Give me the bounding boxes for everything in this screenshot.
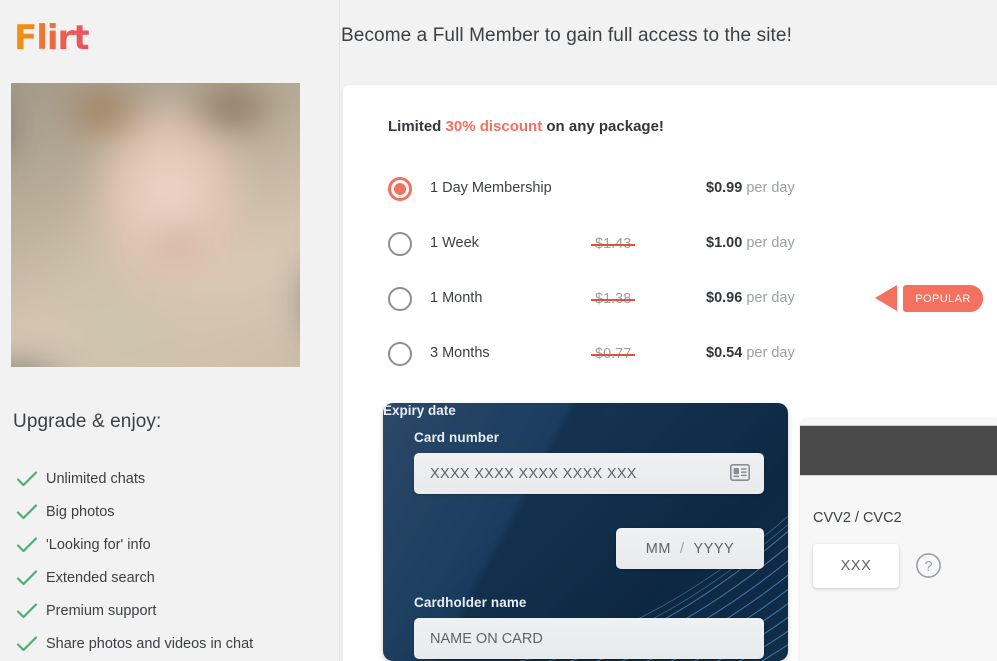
popular-badge-label: POPULAR	[903, 285, 983, 312]
radio-button[interactable]	[388, 177, 412, 201]
popular-badge: POPULAR	[875, 285, 983, 312]
plan-period: per day	[746, 235, 795, 251]
expiry-separator: /	[679, 540, 685, 557]
question-mark-circle-icon[interactable]: ?	[915, 552, 942, 579]
plan-price: $0.96 per day	[706, 290, 795, 306]
expiry-year-placeholder: YYYY	[693, 540, 735, 557]
cvv-placeholder: XXX	[840, 558, 872, 574]
expiry-date-input[interactable]: MM / YYYY	[616, 528, 764, 569]
card-number-placeholder: XXXX XXXX XXXX XXXX XXX	[430, 465, 637, 482]
benefit-item: Extended search	[16, 561, 326, 594]
plan-option-3-months[interactable]: 3 Months $0.77 $0.54 per day	[388, 339, 988, 369]
plan-period: per day	[746, 290, 795, 306]
plan-option-1-day[interactable]: 1 Day Membership $0.99 per day	[388, 174, 988, 204]
check-icon	[16, 536, 38, 554]
upgrade-heading: Upgrade & enjoy:	[13, 411, 162, 432]
plan-period: per day	[746, 180, 795, 196]
plan-option-1-week[interactable]: 1 Week $1.43 $1.00 per day	[388, 229, 988, 259]
benefit-item: 'Looking for' info	[16, 528, 326, 561]
benefit-label: Extended search	[46, 569, 155, 586]
benefit-item: Premium support	[16, 594, 326, 627]
plan-label: 1 Month	[430, 290, 483, 306]
benefit-item: Big photos	[16, 495, 326, 528]
benefit-item: Unlimited chats	[16, 462, 326, 495]
benefit-label: Unlimited chats	[46, 470, 146, 487]
radio-button[interactable]	[388, 232, 412, 256]
plan-label: 1 Week	[430, 235, 479, 251]
benefit-label: 'Looking for' info	[46, 536, 151, 553]
plan-old-price: $1.38	[595, 291, 632, 307]
benefit-item: Share photos and videos in chat	[16, 627, 326, 660]
check-icon	[16, 569, 38, 587]
benefit-label: Premium support	[46, 602, 157, 619]
benefit-label: Big photos	[46, 503, 115, 520]
arrow-left-icon	[875, 285, 897, 311]
plan-label: 3 Months	[430, 345, 490, 361]
check-icon	[16, 470, 38, 488]
plan-price: $0.54 per day	[706, 345, 795, 361]
benefit-label: Share photos and videos in chat	[46, 635, 254, 652]
discount-highlight: 30% discount	[445, 118, 543, 135]
credit-card-back: CVV2 / CVC2 XXX ?	[800, 418, 997, 661]
cvv-input[interactable]: XXX	[813, 544, 899, 588]
credit-card-front: Card number XXXX XXXX XXXX XXXX XXX Expi…	[383, 403, 788, 661]
radio-button[interactable]	[388, 287, 412, 311]
flirt-logo[interactable]: Flirt	[14, 18, 90, 58]
profile-photo-blurred	[11, 83, 300, 367]
plan-label: 1 Day Membership	[430, 180, 552, 196]
cardholder-name-placeholder: NAME ON CARD	[430, 630, 543, 647]
card-number-label: Card number	[414, 430, 500, 445]
plan-old-price: $0.77	[595, 346, 632, 362]
check-icon	[16, 635, 38, 653]
plan-price: $1.00 per day	[706, 235, 795, 251]
plan-old-price: $1.43	[595, 236, 632, 252]
card-number-input[interactable]: XXXX XXXX XXXX XXXX XXX	[414, 453, 764, 494]
membership-upgrade-page: Flirt Upgrade & enjoy: Unlimited chats B…	[0, 0, 997, 661]
page-title: Become a Full Member to gain full access…	[341, 25, 792, 46]
sidebar: Flirt Upgrade & enjoy: Unlimited chats B…	[0, 0, 340, 661]
discount-prefix: Limited	[388, 118, 446, 135]
expiry-month-placeholder: MM	[645, 540, 671, 557]
check-icon	[16, 602, 38, 620]
discount-banner: Limited 30% discount on any package!	[388, 118, 664, 135]
radio-button[interactable]	[388, 342, 412, 366]
discount-suffix: on any package!	[542, 118, 664, 135]
benefits-list: Unlimited chats Big photos 'Looking for'…	[16, 462, 326, 660]
plan-price: $0.99 per day	[706, 180, 795, 196]
svg-text:?: ?	[924, 559, 932, 575]
avatar-detail-layer	[11, 83, 300, 367]
cardholder-name-input[interactable]: NAME ON CARD	[414, 618, 764, 659]
credit-card-icon	[730, 464, 750, 481]
cardholder-name-label: Cardholder name	[414, 595, 527, 610]
cvv-label: CVV2 / CVC2	[813, 510, 902, 526]
plan-period: per day	[746, 345, 795, 361]
check-icon	[16, 503, 38, 521]
magnetic-stripe	[800, 425, 997, 476]
